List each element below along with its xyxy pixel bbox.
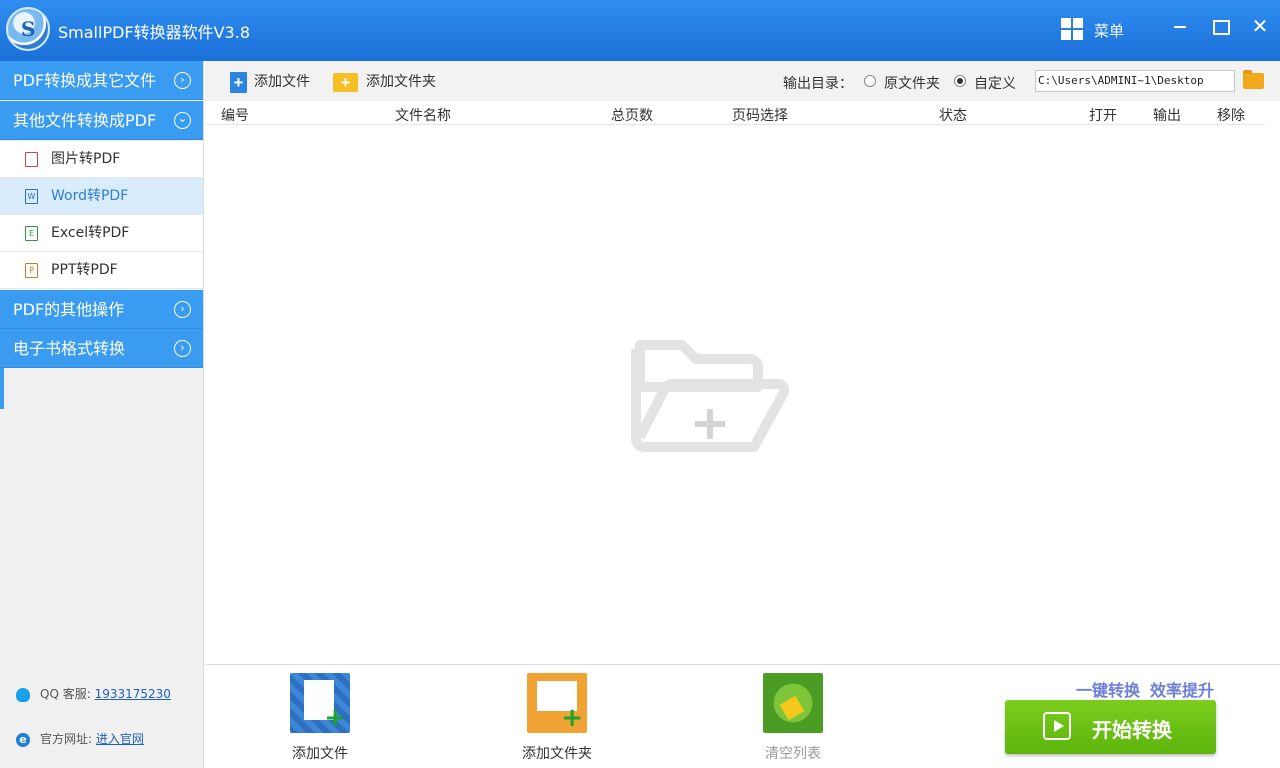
slogan-part-1: 一键转换 <box>1076 681 1141 700</box>
website-contact: e 官方网址: 进入官网 <box>16 730 144 747</box>
image-file-icon <box>25 152 38 167</box>
title-bar: S SmallPDF转换器软件V3.8 菜单 ✕ <box>0 0 1280 61</box>
minimize-icon[interactable] <box>1168 14 1192 38</box>
footer-bar: + 添加文件 + 添加文件夹 清空列表 一键转换 效率提升 开始转换 <box>205 664 1280 768</box>
sidebar-accent-strip <box>0 368 4 409</box>
sidebar-category-pdf-to-other[interactable]: PDF转换成其它文件 › <box>0 61 203 100</box>
sidebar-category-ebook-convert[interactable]: 电子书格式转换 › <box>0 329 203 368</box>
chevron-right-circle-icon: › <box>174 340 191 357</box>
col-filename: 文件名称 <box>395 108 451 124</box>
sidebar-item-word-to-pdf[interactable]: W Word转PDF <box>0 178 203 215</box>
word-file-icon: W <box>25 189 38 204</box>
file-table-header: 编号 文件名称 总页数 页码选择 状态 打开 输出 移除 <box>205 101 1265 125</box>
add-folder-large-icon: + <box>527 673 587 733</box>
col-output: 输出 <box>1153 108 1181 124</box>
radio-original-label[interactable]: 原文件夹 <box>884 73 940 93</box>
clear-list-button[interactable]: 清空列表 <box>763 673 823 763</box>
sidebar-item-ppt-to-pdf[interactable]: P PPT转PDF <box>0 252 203 289</box>
col-open: 打开 <box>1089 108 1117 124</box>
footer-add-folder-label: 添加文件夹 <box>522 746 592 762</box>
close-icon[interactable]: ✕ <box>1248 14 1272 38</box>
add-folder-label: 添加文件夹 <box>366 74 436 90</box>
add-file-label: 添加文件 <box>254 74 310 90</box>
toolbar: + 添加文件 + 添加文件夹 输出目录： 原文件夹 自定义 C:\Users\ADM… <box>205 61 1280 101</box>
add-file-large-icon: + <box>290 673 350 733</box>
add-file-button[interactable]: + 添加文件 <box>230 71 310 93</box>
category-label: PDF的其他操作 <box>13 300 125 319</box>
chevron-down-circle-icon: ⌄ <box>174 112 191 129</box>
chevron-right-circle-icon: › <box>174 72 191 89</box>
browse-folder-icon[interactable] <box>1243 70 1264 89</box>
col-status: 状态 <box>939 108 967 124</box>
category-label: 电子书格式转换 <box>13 339 126 358</box>
menu-grid-icon[interactable] <box>1061 18 1083 40</box>
output-dir-label: 输出目录： <box>783 76 853 92</box>
sidebar-item-excel-to-pdf[interactable]: E Excel转PDF <box>0 215 203 252</box>
sidebar-category-pdf-other-ops[interactable]: PDF的其他操作 › <box>0 290 203 329</box>
logo-letter: S <box>21 17 36 41</box>
empty-folder-add-icon[interactable] <box>630 337 790 454</box>
qq-icon <box>16 687 30 702</box>
sidebar-item-label: Word转PDF <box>51 188 129 204</box>
add-folder-button[interactable]: + 添加文件夹 <box>333 71 436 93</box>
site-label: 官方网址: <box>40 732 93 746</box>
sidebar-category-other-to-pdf[interactable]: 其他文件转换成PDF ⌄ <box>0 101 203 140</box>
app-title: SmallPDF转换器软件V3.8 <box>58 23 251 42</box>
play-icon <box>1043 712 1071 740</box>
footer-add-file-button[interactable]: + 添加文件 <box>290 673 350 763</box>
qq-contact: QQ 客服: 1933175230 <box>16 685 171 702</box>
footer-add-file-label: 添加文件 <box>292 746 348 762</box>
website-link[interactable]: 进入官网 <box>96 732 144 746</box>
clear-list-label: 清空列表 <box>765 746 821 762</box>
sidebar-item-label: 图片转PDF <box>51 151 121 167</box>
maximize-icon[interactable] <box>1208 14 1232 38</box>
chevron-right-circle-icon: › <box>174 301 191 318</box>
col-page-select: 页码选择 <box>732 108 788 124</box>
add-folder-icon: + <box>333 72 358 92</box>
slogan-part-2: 效率提升 <box>1150 681 1215 700</box>
sidebar-item-label: PPT转PDF <box>51 262 118 278</box>
add-file-icon: + <box>230 71 247 93</box>
radio-custom-folder[interactable] <box>954 75 966 87</box>
start-convert-label: 开始转换 <box>1092 718 1172 742</box>
menu-button[interactable]: 菜单 <box>1094 20 1124 41</box>
ppt-file-icon: P <box>25 263 38 278</box>
category-label: PDF转换成其它文件 <box>13 71 157 90</box>
col-remove: 移除 <box>1217 108 1245 124</box>
sidebar: PDF转换成其它文件 › 其他文件转换成PDF ⌄ 图片转PDF W Word转… <box>0 61 204 768</box>
browser-icon: e <box>16 732 30 747</box>
start-convert-button[interactable]: 开始转换 <box>1005 700 1216 754</box>
category-label: 其他文件转换成PDF <box>13 111 157 130</box>
qq-number-link[interactable]: 1933175230 <box>95 687 171 701</box>
radio-custom-label[interactable]: 自定义 <box>974 73 1016 93</box>
app-logo-icon: S <box>6 7 50 51</box>
slogan: 一键转换 效率提升 <box>1076 677 1214 701</box>
excel-file-icon: E <box>25 226 38 241</box>
sidebar-item-image-to-pdf[interactable]: 图片转PDF <box>0 141 203 178</box>
col-number: 编号 <box>221 108 249 124</box>
col-total-pages: 总页数 <box>611 108 653 124</box>
output-path-input[interactable]: C:\Users\ADMINI~1\Desktop <box>1035 70 1235 92</box>
radio-original-folder[interactable] <box>864 75 876 87</box>
qq-label: QQ 客服: <box>40 687 91 701</box>
sidebar-item-label: Excel转PDF <box>51 225 130 241</box>
broom-icon <box>763 673 823 733</box>
footer-add-folder-button[interactable]: + 添加文件夹 <box>522 673 592 763</box>
